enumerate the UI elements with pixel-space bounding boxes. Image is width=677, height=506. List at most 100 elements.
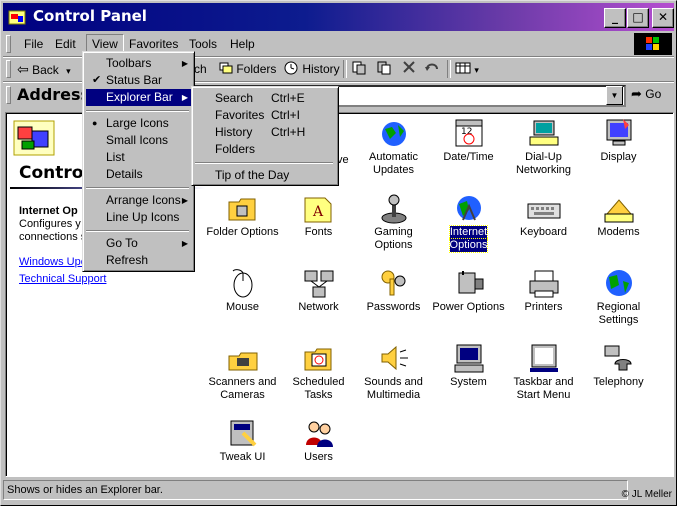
- submenu-item-history[interactable]: History Ctrl+H: [195, 124, 333, 141]
- monitor-icon: [601, 117, 637, 149]
- item-label-line2: Settings: [598, 314, 639, 326]
- folders-label: Folders: [236, 62, 277, 76]
- control-panel-item[interactable]: Sounds and Multimedia: [356, 342, 431, 402]
- control-panel-item[interactable]: Users: [281, 417, 356, 464]
- views-icon: [455, 62, 471, 74]
- calendar-clock-icon: 12: [451, 117, 487, 149]
- control-panel-item[interactable]: Network: [281, 267, 356, 314]
- item-label-line1: Tweak UI: [219, 451, 266, 463]
- window-title: Control Panel: [33, 7, 147, 25]
- menu-item-explorer-bar[interactable]: Explorer Bar ▶: [86, 89, 194, 106]
- checkmark-icon: ✔: [92, 74, 102, 86]
- control-panel-item[interactable]: Tweak UI: [205, 417, 280, 464]
- back-dropdown-icon[interactable]: ▾: [66, 66, 71, 76]
- folders-button[interactable]: Folders: [219, 60, 276, 78]
- menu-item-line-up-icons[interactable]: Line Up Icons: [86, 209, 194, 226]
- menu-item-status-bar[interactable]: ✔ Status Bar: [86, 72, 194, 89]
- control-panel-item[interactable]: Scanners and Cameras: [205, 342, 280, 402]
- menu-item-refresh[interactable]: Refresh: [86, 252, 194, 269]
- menu-item-list[interactable]: List: [86, 149, 194, 166]
- item-label-line1: Network: [298, 301, 339, 313]
- status-bar-label: Status Bar: [106, 73, 163, 87]
- arrange-icons-label: Arrange Icons: [106, 193, 181, 207]
- control-panel-item[interactable]: Display: [581, 117, 656, 164]
- go-button[interactable]: ➦ Go: [631, 86, 661, 102]
- menu-edit[interactable]: Edit: [50, 35, 81, 53]
- submenu-item-search[interactable]: Search Ctrl+E: [195, 90, 333, 107]
- submenu-item-folders[interactable]: Folders: [195, 141, 333, 158]
- back-button[interactable]: ⇦ Back ▾: [17, 60, 71, 78]
- scheduled-tasks-icon: [301, 342, 337, 374]
- internet-icon: [451, 192, 487, 224]
- copy-to-button[interactable]: [376, 60, 392, 78]
- control-panel-item[interactable]: Mouse: [205, 267, 280, 314]
- item-label-line2: Networking: [515, 164, 572, 176]
- control-panel-item[interactable]: Telephony: [581, 342, 656, 389]
- control-panel-item[interactable]: Modems: [581, 192, 656, 239]
- delete-icon: [403, 61, 415, 73]
- menu-item-go-to[interactable]: Go To ▶: [86, 235, 194, 252]
- undo-button[interactable]: [424, 60, 440, 78]
- move-to-button[interactable]: [351, 60, 367, 78]
- menu-item-toolbars[interactable]: Toolbars ▶: [86, 55, 194, 72]
- technical-support-link[interactable]: Technical Support: [19, 273, 106, 285]
- maximize-button[interactable]: □: [627, 8, 649, 28]
- toolbar-grip[interactable]: [6, 60, 11, 78]
- submenu-separator: [195, 162, 333, 164]
- selected-item-heading: Internet Op: [19, 205, 78, 217]
- scanner-icon: [225, 342, 261, 374]
- control-panel-item[interactable]: System: [431, 342, 506, 389]
- menu-item-large-icons[interactable]: ● Large Icons: [86, 115, 194, 132]
- menu-item-details[interactable]: Details: [86, 166, 194, 183]
- submenu-item-tip-of-the-day[interactable]: Tip of the Day: [195, 167, 333, 184]
- dialup-icon: [526, 117, 562, 149]
- minimize-button[interactable]: _: [604, 8, 626, 28]
- address-dropdown-icon[interactable]: ▼: [606, 86, 623, 105]
- submenu-arrow-icon: ▶: [181, 59, 188, 68]
- large-icons-label: Large Icons: [106, 116, 169, 130]
- power-icon: [451, 267, 487, 299]
- control-panel-item[interactable]: Taskbar and Start Menu: [506, 342, 581, 402]
- menu-item-small-icons[interactable]: Small Icons: [86, 132, 194, 149]
- control-panel-item[interactable]: Automatic Updates: [356, 117, 431, 177]
- status-text: Shows or hides an Explorer bar.: [3, 480, 628, 500]
- control-panel-item[interactable]: Passwords: [356, 267, 431, 314]
- copyright-watermark: © JL Meller: [621, 489, 672, 500]
- history-button[interactable]: History: [283, 60, 340, 78]
- control-panel-item[interactable]: Regional Settings: [581, 267, 656, 327]
- search-button-partial[interactable]: ch: [194, 60, 207, 78]
- menubar-grip[interactable]: [6, 35, 11, 53]
- submenu-arrow-icon: ▶: [181, 239, 188, 248]
- item-label-line1: Modems: [597, 226, 640, 238]
- control-panel-item[interactable]: Power Options: [431, 267, 506, 314]
- title-bar[interactable]: Control Panel _ □ ✕: [3, 3, 674, 31]
- delete-button[interactable]: [402, 60, 416, 78]
- item-label-line1: Folder Options: [206, 226, 279, 238]
- control-panel-item[interactable]: Folder Options: [205, 192, 280, 239]
- control-panel-item[interactable]: Keyboard: [506, 192, 581, 239]
- submenu-item-favorites[interactable]: Favorites Ctrl+I: [195, 107, 333, 124]
- control-panel-item[interactable]: 12 Date/Time: [431, 117, 506, 164]
- addressbar-grip[interactable]: [6, 86, 11, 104]
- control-panel-item[interactable]: A Fonts: [281, 192, 356, 239]
- item-label-line1: Telephony: [593, 376, 644, 388]
- close-button[interactable]: ✕: [652, 8, 674, 28]
- control-panel-item[interactable]: Internet Options: [431, 192, 506, 253]
- control-panel-item[interactable]: Gaming Options: [356, 192, 431, 252]
- item-label-line1: Passwords: [366, 301, 421, 313]
- menu-item-arrange-icons[interactable]: Arrange Icons ▶: [86, 192, 194, 209]
- item-label-line1: Mouse: [225, 301, 260, 313]
- control-panel-item[interactable]: Scheduled Tasks: [281, 342, 356, 402]
- item-label-line1: Sounds and: [364, 376, 423, 388]
- control-panel-item[interactable]: Dial-Up Networking: [506, 117, 581, 177]
- item-label-line1: Internet: [448, 225, 489, 240]
- windows-update-link[interactable]: Windows Upc: [19, 256, 86, 268]
- menu-file[interactable]: File: [19, 35, 48, 53]
- item-label-line1: Printers: [524, 301, 563, 313]
- item-label-line1: Taskbar and: [513, 376, 574, 388]
- views-button[interactable]: ▾: [455, 60, 479, 78]
- menu-help[interactable]: Help: [225, 35, 260, 53]
- control-panel-item[interactable]: Printers: [506, 267, 581, 314]
- selected-item-desc-1: Configures y: [19, 218, 81, 230]
- go-arrow-icon: ➦: [631, 86, 642, 101]
